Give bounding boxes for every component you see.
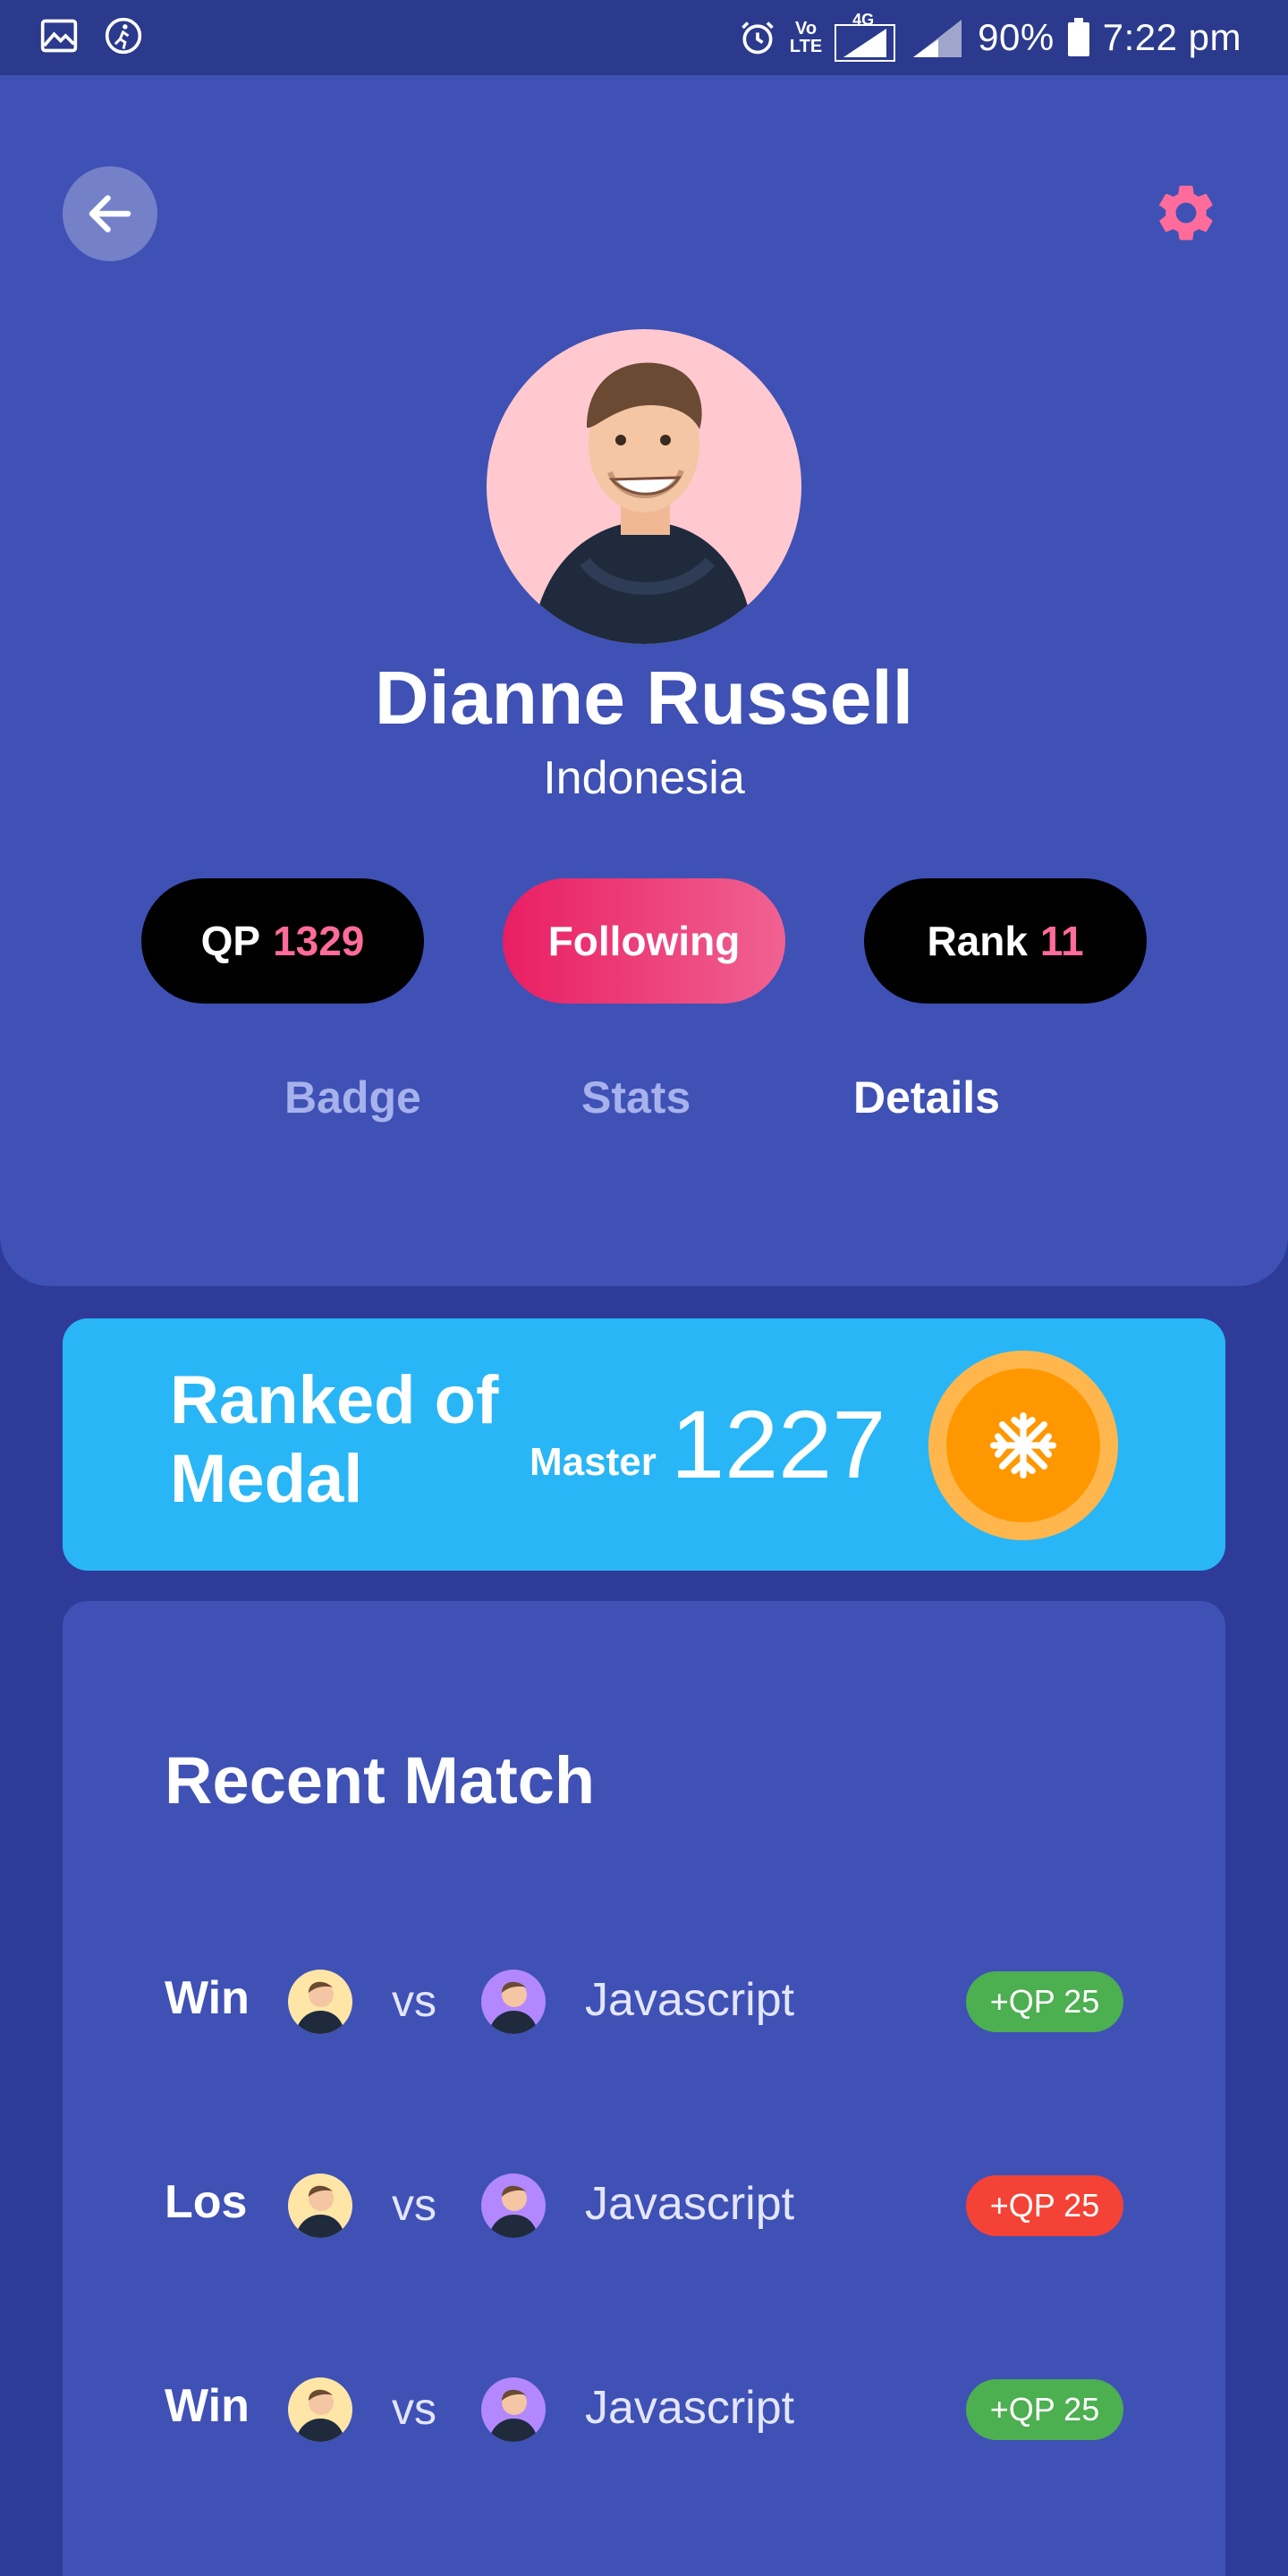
status-bar: Vo LTE 4G 90% 7:22 pm	[0, 0, 1288, 75]
battery-icon	[1067, 18, 1089, 56]
opponent-avatar	[481, 2174, 546, 2238]
clock: 7:22 pm	[1102, 16, 1241, 58]
vs-label: vs	[392, 1976, 436, 2026]
player-avatar	[288, 2377, 352, 2442]
battery-percent: 90%	[978, 16, 1055, 58]
match-row[interactable]: Win vs Javascript +QP 25	[63, 1966, 1225, 2038]
medal-level: Master	[530, 1440, 657, 1484]
profile-avatar	[487, 329, 801, 644]
medal-coin	[928, 1351, 1118, 1540]
vs-label: vs	[392, 2384, 436, 2434]
following-button[interactable]: Following	[503, 878, 785, 1004]
player-avatar	[288, 2174, 352, 2238]
tab-badge[interactable]: Badge	[284, 1072, 421, 1123]
tab-details[interactable]: Details	[853, 1072, 1000, 1123]
match-row[interactable]: Los vs Javascript +QP 25	[63, 2170, 1225, 2241]
medal-card[interactable]: Ranked of Medal Master 1227	[63, 1318, 1225, 1571]
arrow-left-icon	[89, 195, 131, 233]
profile-screen: Vo LTE 4G 90% 7:22 pm Dianne Russell Ind…	[0, 0, 1288, 2576]
tab-stats[interactable]: Stats	[581, 1072, 691, 1123]
match-result: Win	[165, 1972, 250, 2024]
match-result: Win	[165, 2380, 250, 2432]
opponent-avatar	[481, 2377, 546, 2442]
qp-value: 1329	[273, 918, 365, 964]
following-label: Following	[547, 918, 741, 964]
rank-pill[interactable]: Rank 11	[864, 878, 1147, 1004]
profile-header: Dianne Russell Indonesia QP 1329 Followi…	[0, 75, 1288, 1286]
volte-indicator: Vo LTE	[789, 19, 823, 56]
signal-icon: 4G	[835, 11, 897, 63]
match-row[interactable]: Win vs Javascript +QP 25	[63, 2374, 1225, 2445]
snowflake-icon	[990, 1412, 1056, 1479]
player-avatar	[288, 1970, 352, 2034]
medal-score: 1227	[671, 1390, 886, 1498]
match-topic: Javascript	[585, 1974, 795, 2026]
points-badge: +QP 25	[966, 1971, 1123, 2032]
rank-value: 11	[1039, 918, 1084, 964]
match-topic: Javascript	[585, 2178, 795, 2230]
gear-icon[interactable]	[1152, 179, 1220, 247]
points-badge: +QP 25	[966, 2379, 1123, 2440]
match-result: Los	[165, 2176, 248, 2228]
signal-secondary-icon	[913, 20, 962, 57]
match-topic: Javascript	[585, 2382, 795, 2434]
recent-match-card: Recent Match Win vs Javascript +QP 25 Lo…	[63, 1601, 1225, 2576]
alarm-icon	[741, 21, 774, 55]
status-left-icons	[39, 16, 143, 55]
points-badge: +QP 25	[966, 2175, 1123, 2236]
recent-match-title: Recent Match	[165, 1743, 596, 1818]
status-right-icons: Vo LTE 4G 90% 7:22 pm	[738, 9, 1241, 66]
qp-label: QP	[200, 918, 261, 964]
image-icon	[40, 19, 78, 53]
qp-pill[interactable]: QP 1329	[141, 878, 424, 1004]
vs-label: vs	[392, 2180, 436, 2230]
opponent-avatar	[481, 1970, 546, 2034]
back-button[interactable]	[63, 166, 157, 261]
profile-country: Indonesia	[543, 752, 745, 804]
medal-title: Ranked of Medal	[170, 1362, 499, 1517]
rank-label: Rank	[927, 918, 1028, 964]
profile-name: Dianne Russell	[374, 656, 914, 740]
activity-icon	[105, 17, 142, 55]
